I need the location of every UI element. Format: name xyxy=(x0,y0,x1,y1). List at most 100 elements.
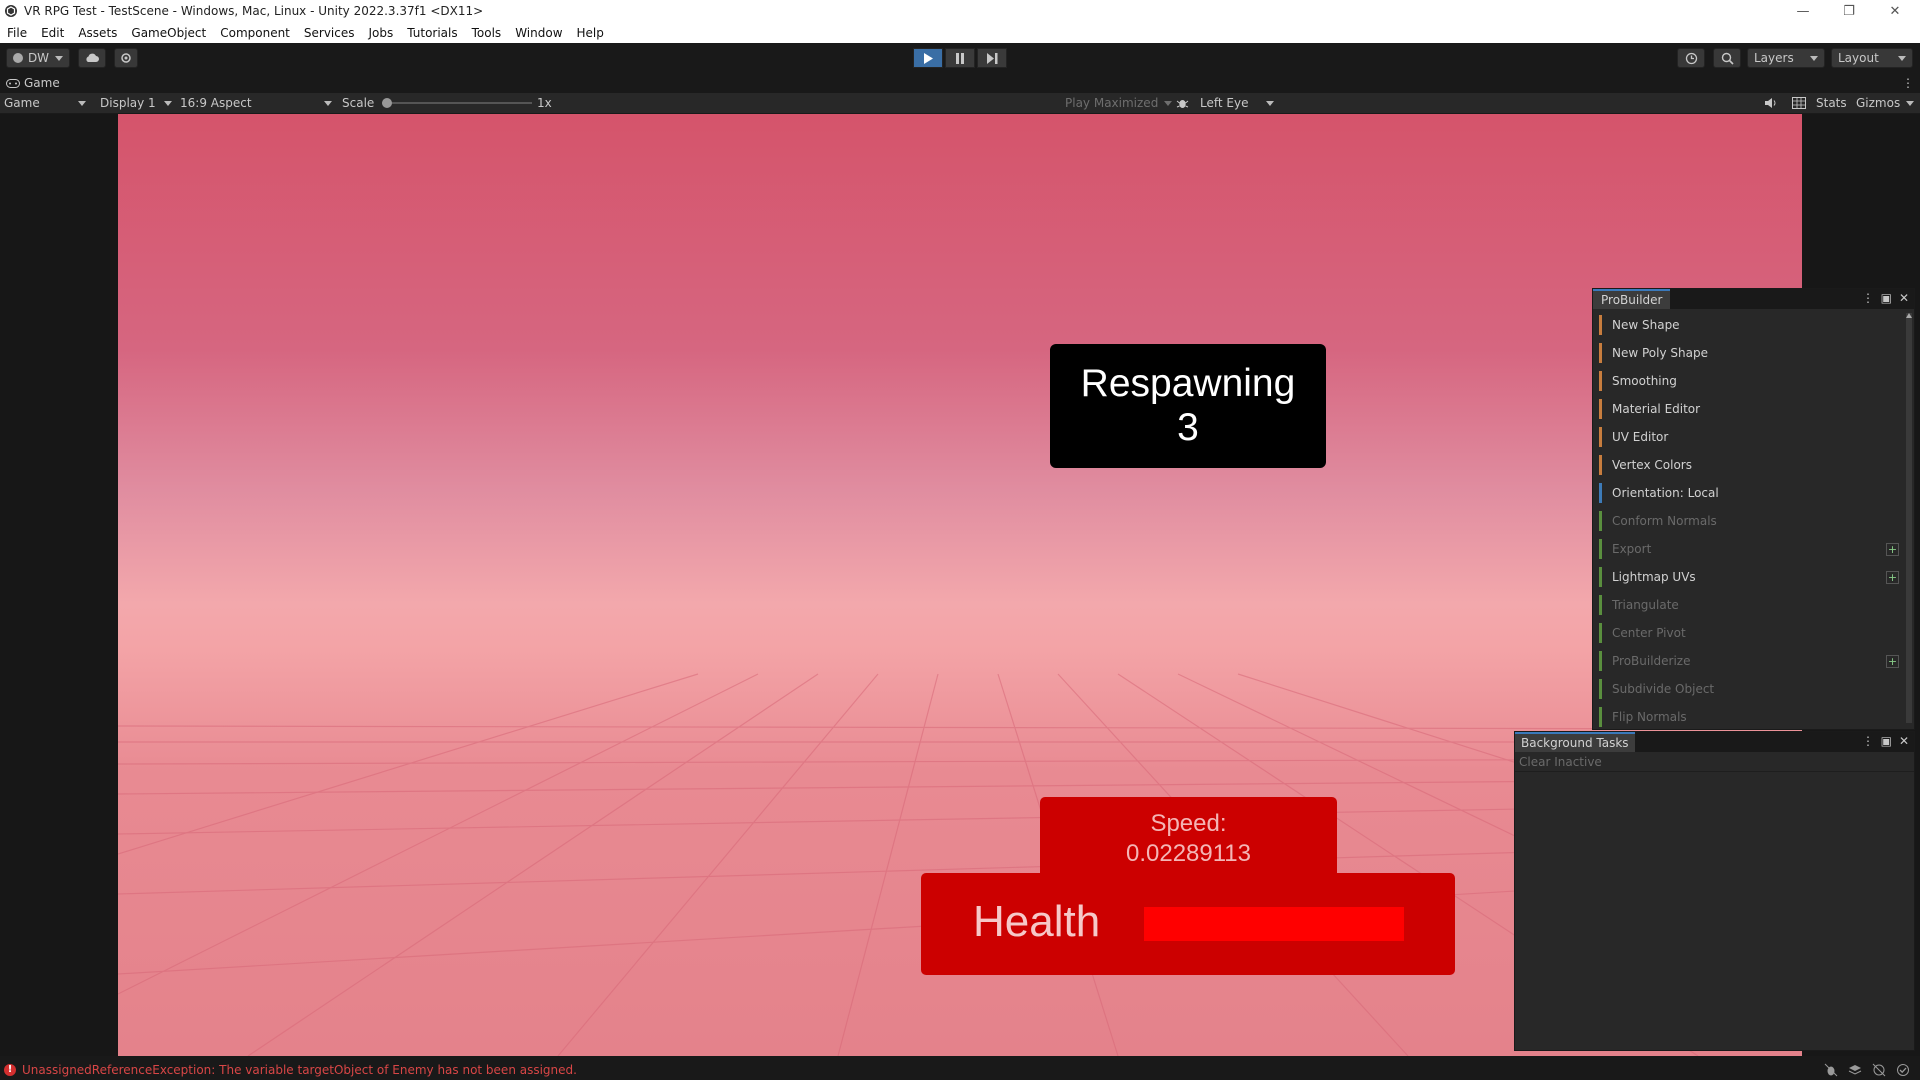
menu-assets[interactable]: Assets xyxy=(71,26,124,40)
chevron-down-icon xyxy=(55,55,64,61)
menu-window[interactable]: Window xyxy=(508,26,569,40)
scale-slider[interactable] xyxy=(382,93,532,113)
network-off-icon[interactable] xyxy=(1872,1063,1886,1077)
menu-edit[interactable]: Edit xyxy=(34,26,71,40)
step-button[interactable] xyxy=(977,48,1007,68)
probuilder-item[interactable]: New Poly Shape xyxy=(1599,341,1899,365)
category-stripe xyxy=(1599,455,1602,475)
layers-dropdown[interactable]: Layers xyxy=(1747,48,1825,68)
speed-panel: Speed: 0.02289113 xyxy=(1040,797,1337,877)
menu-tools[interactable]: Tools xyxy=(465,26,509,40)
cloud-button[interactable] xyxy=(78,48,106,68)
probuilder-item[interactable]: Vertex Colors xyxy=(1599,453,1899,477)
display-dropdown[interactable]: Display 1 xyxy=(100,93,172,113)
speaker-icon xyxy=(1765,98,1776,108)
game-mode-dropdown[interactable]: Game xyxy=(4,93,86,113)
probuilder-item[interactable]: Export + xyxy=(1599,537,1899,561)
scrollbar[interactable] xyxy=(1906,313,1912,723)
account-dropdown[interactable]: DW xyxy=(6,48,70,68)
probuilder-item-label: Orientation: Local xyxy=(1612,486,1719,500)
tab-probuilder[interactable]: ProBuilder xyxy=(1593,289,1671,309)
category-stripe xyxy=(1599,567,1602,587)
mute-audio-button[interactable] xyxy=(1764,93,1777,113)
probuilder-item[interactable]: Material Editor xyxy=(1599,397,1899,421)
stats-button[interactable]: Stats xyxy=(1816,93,1847,113)
play-button[interactable] xyxy=(913,48,943,68)
speed-value: 0.02289113 xyxy=(1125,840,1251,867)
debug-icon[interactable] xyxy=(1824,1063,1838,1077)
probuilder-item[interactable]: Subdivide Object xyxy=(1599,677,1899,701)
search-button[interactable] xyxy=(1713,48,1741,68)
probuilder-panel: ProBuilder ⋮ ▣ ✕ New Shape New Poly Shape… xyxy=(1592,288,1915,730)
panel-close-icon[interactable]: ✕ xyxy=(1899,734,1909,748)
menu-jobs[interactable]: Jobs xyxy=(362,26,401,40)
probuilder-item[interactable]: Center Pivot xyxy=(1599,621,1899,645)
scroll-up-icon[interactable] xyxy=(1906,313,1912,318)
probuilder-item[interactable]: ProBuilderize + xyxy=(1599,649,1899,673)
menu-services[interactable]: Services xyxy=(297,26,362,40)
category-stripe xyxy=(1599,427,1602,447)
probuilder-item[interactable]: Flip Normals xyxy=(1599,705,1899,729)
menu-tutorials[interactable]: Tutorials xyxy=(400,26,464,40)
aspect-dropdown[interactable]: 16:9 Aspect xyxy=(180,93,332,113)
layers-stack-icon[interactable] xyxy=(1848,1063,1862,1077)
menu-help[interactable]: Help xyxy=(570,26,611,40)
tab-background-tasks[interactable]: Background Tasks xyxy=(1515,732,1635,752)
layout-dropdown[interactable]: Layout xyxy=(1831,48,1913,68)
health-label: Health xyxy=(973,897,1101,946)
menu-file[interactable]: File xyxy=(0,26,34,40)
probuilder-item[interactable]: Lightmap UVs + xyxy=(1599,565,1899,589)
panel-maximize-icon[interactable]: ▣ xyxy=(1881,734,1892,748)
speed-label: Speed: xyxy=(1150,810,1227,837)
clear-inactive-button[interactable]: Clear Inactive xyxy=(1515,752,1914,772)
history-icon xyxy=(1685,52,1697,64)
probuilder-item[interactable]: Conform Normals xyxy=(1599,509,1899,533)
bug-icon-button[interactable] xyxy=(1176,93,1189,113)
maximize-button[interactable]: ❐ xyxy=(1826,0,1872,22)
game-mode-label: Game xyxy=(4,96,40,110)
tab-menu-button[interactable]: ⋮ xyxy=(1902,73,1914,93)
pause-icon xyxy=(956,52,964,64)
category-stripe xyxy=(1599,399,1602,419)
probuilder-item-label: ProBuilderize xyxy=(1612,654,1691,668)
play-maximized-dropdown[interactable]: Play Maximized xyxy=(1065,93,1173,113)
check-circle-icon[interactable] xyxy=(1896,1063,1910,1077)
options-plus-icon[interactable]: + xyxy=(1886,570,1899,584)
probuilder-item[interactable]: UV Editor xyxy=(1599,425,1899,449)
pause-button[interactable] xyxy=(945,48,975,68)
options-plus-icon[interactable]: + xyxy=(1886,654,1899,668)
console-error-message[interactable]: UnassignedReferenceException: The variab… xyxy=(22,1063,577,1077)
probuilder-item[interactable]: New Shape xyxy=(1599,313,1899,337)
bug-icon xyxy=(1176,99,1189,108)
panel-menu-icon[interactable]: ⋮ xyxy=(1862,291,1874,305)
menu-bar: File Edit Assets GameObject Component Se… xyxy=(0,22,1920,44)
probuilder-item[interactable]: Orientation: Local xyxy=(1599,481,1899,505)
probuilder-item-label: New Poly Shape xyxy=(1612,346,1708,360)
menu-gameobject[interactable]: GameObject xyxy=(124,26,213,40)
close-window-button[interactable]: ✕ xyxy=(1872,0,1918,22)
category-stripe xyxy=(1599,623,1602,643)
game-tab-row: Game ⋮ xyxy=(0,73,1920,93)
menu-component[interactable]: Component xyxy=(213,26,297,40)
probuilder-item-label: Smoothing xyxy=(1612,374,1677,388)
status-bar: ! UnassignedReferenceException: The vari… xyxy=(0,1060,1920,1080)
close-icon: ✕ xyxy=(1889,3,1901,19)
minimize-button[interactable]: — xyxy=(1780,0,1826,22)
collab-button[interactable] xyxy=(114,48,138,68)
scale-slider-thumb[interactable] xyxy=(382,98,392,108)
eye-dropdown[interactable]: Left Eye xyxy=(1200,93,1274,113)
gizmos-dropdown[interactable]: Gizmos xyxy=(1856,93,1915,113)
probuilder-item[interactable]: Smoothing xyxy=(1599,369,1899,393)
panel-close-icon[interactable]: ✕ xyxy=(1899,291,1909,305)
chevron-down-icon xyxy=(1898,55,1906,61)
window-title: VR RPG Test - TestScene - Windows, Mac, … xyxy=(24,4,484,18)
grid-toggle-button[interactable] xyxy=(1792,93,1806,113)
options-plus-icon[interactable]: + xyxy=(1886,542,1899,556)
history-button[interactable] xyxy=(1677,48,1705,68)
probuilder-item[interactable]: Triangulate xyxy=(1599,593,1899,617)
panel-maximize-icon[interactable]: ▣ xyxy=(1881,291,1892,305)
tab-game[interactable]: Game xyxy=(6,73,60,93)
respawn-title: Respawning xyxy=(1080,362,1296,405)
panel-menu-icon[interactable]: ⋮ xyxy=(1862,734,1874,748)
respawn-countdown: 3 xyxy=(1177,406,1199,449)
